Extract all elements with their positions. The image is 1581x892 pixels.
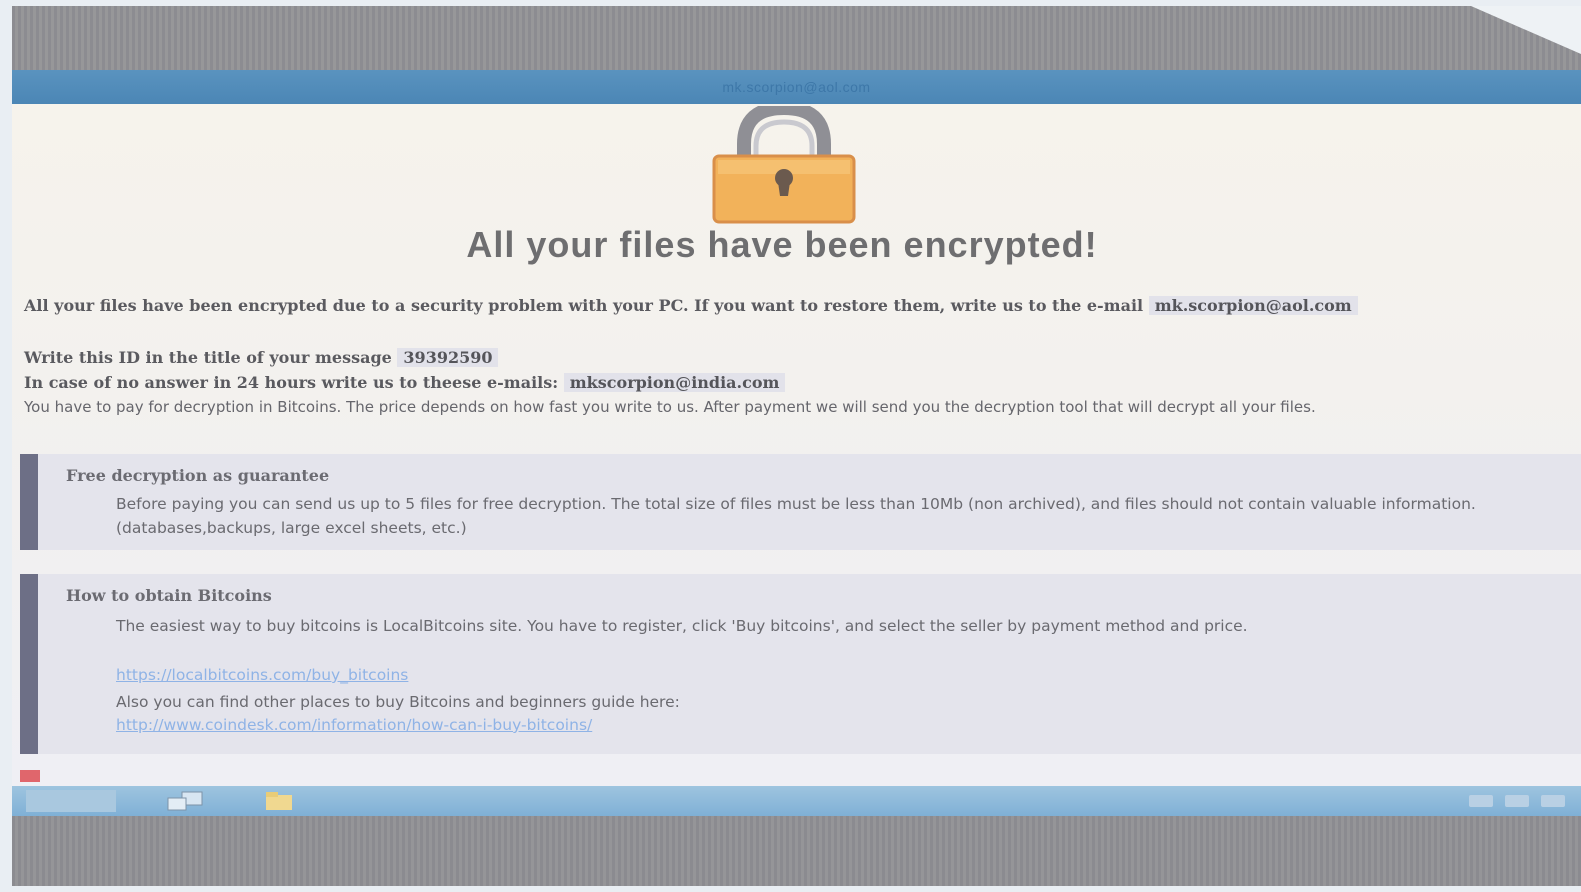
photo-frame: mk.scorpion@aol.com All your files have …: [12, 6, 1581, 886]
flag-icon[interactable]: [1469, 795, 1493, 807]
obtain-bitcoins-title: How to obtain Bitcoins: [66, 586, 272, 605]
headline: All your files have been encrypted!: [466, 224, 1098, 265]
obtain-bitcoins-body: The easiest way to buy bitcoins is Local…: [116, 617, 1248, 635]
intro-line: All your files have been encrypted due t…: [24, 294, 1539, 318]
power-icon[interactable]: [1541, 795, 1565, 807]
backup-email[interactable]: mkscorpion@india.com: [563, 373, 786, 392]
window-title-bar[interactable]: mk.scorpion@aol.com: [12, 70, 1581, 104]
ransom-note-window: All your files have been encrypted! All …: [12, 104, 1581, 786]
localbitcoins-link[interactable]: https://localbitcoins.com/buy_bitcoins: [116, 666, 408, 684]
more-places-text: Also you can find other places to buy Bi…: [116, 693, 680, 711]
monitor-top-bezel: [12, 6, 1581, 70]
padlock-icon: [712, 106, 856, 224]
monitor-bottom-bezel: [12, 816, 1581, 886]
taskbar: [12, 786, 1581, 816]
contact-email[interactable]: mk.scorpion@aol.com: [1148, 296, 1358, 315]
free-decryption-body: Before paying you can send us up to 5 fi…: [116, 495, 1476, 537]
network-icon[interactable]: [162, 790, 212, 812]
start-icon[interactable]: [26, 790, 116, 812]
free-decryption-title: Free decryption as guarantee: [66, 466, 330, 485]
id-label: Write this ID in the title of your messa…: [24, 348, 392, 367]
coindesk-link[interactable]: http://www.coindesk.com/information/how-…: [116, 716, 592, 734]
speaker-icon[interactable]: [1505, 795, 1529, 807]
status-marker: [20, 770, 40, 782]
free-decryption-box: Free decryption as guarantee Before payi…: [20, 454, 1581, 550]
victim-id: 39392590: [397, 348, 499, 367]
payment-text: You have to pay for decryption in Bitcoi…: [24, 398, 1316, 416]
folder-icon[interactable]: [262, 790, 298, 812]
obtain-bitcoins-box: How to obtain Bitcoins The easiest way t…: [20, 574, 1581, 754]
backup-line: In case of no answer in 24 hours write u…: [24, 371, 1539, 395]
backup-label: In case of no answer in 24 hours write u…: [24, 373, 559, 392]
intro-text: All your files have been encrypted due t…: [24, 296, 1144, 315]
photo-corner: [1471, 6, 1581, 54]
id-line: Write this ID in the title of your messa…: [24, 346, 1539, 370]
window-title: mk.scorpion@aol.com: [722, 79, 871, 95]
system-tray: [1469, 795, 1565, 807]
